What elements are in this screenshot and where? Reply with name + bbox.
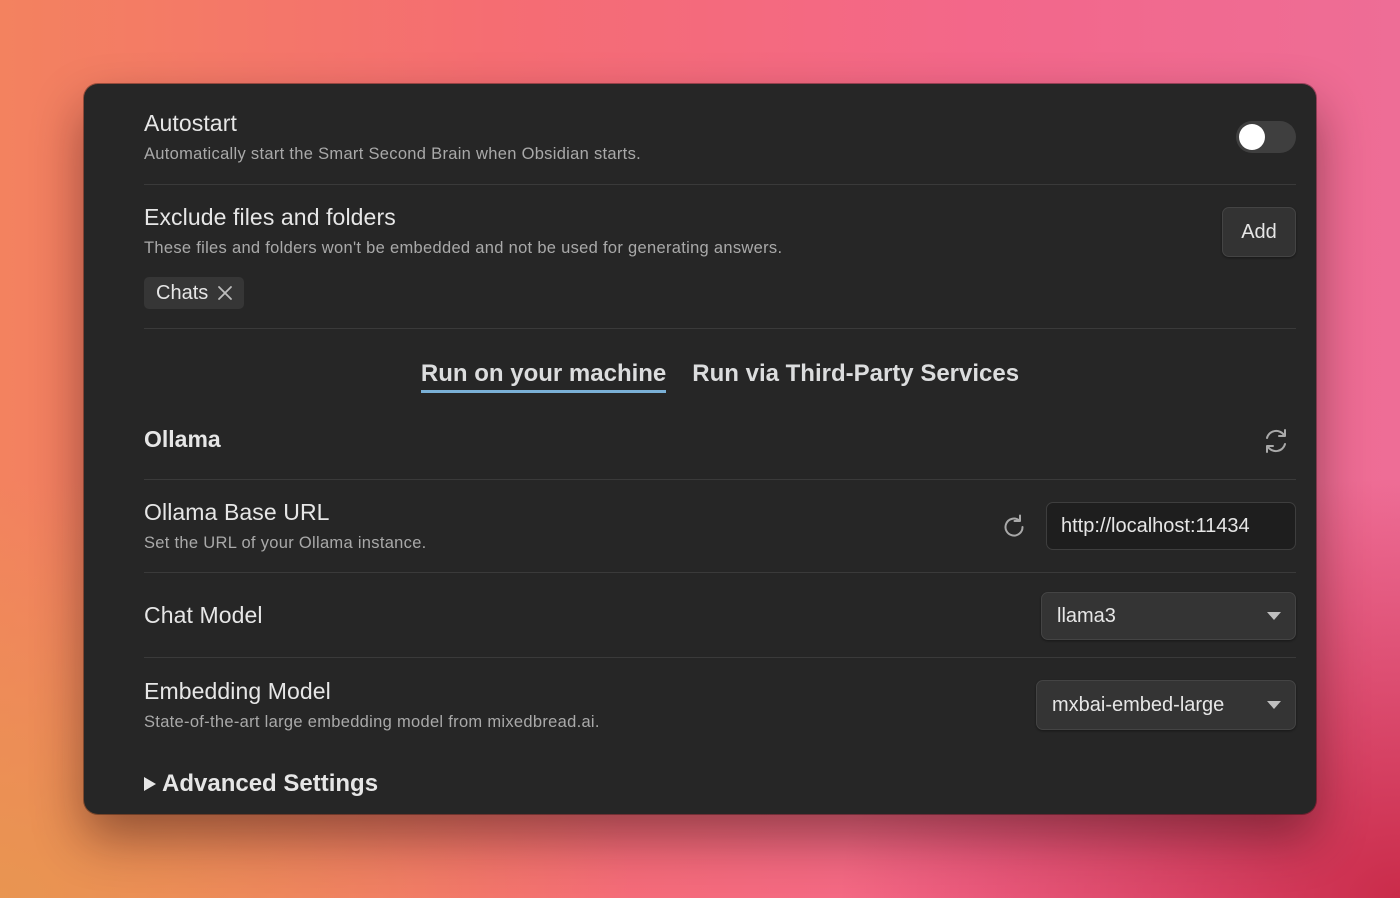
provider-tabs: Run on your machine Run via Third-Party … xyxy=(144,360,1296,393)
chat-model-select[interactable]: llama3 xyxy=(1041,592,1296,640)
close-icon[interactable] xyxy=(216,284,234,302)
divider xyxy=(144,657,1296,658)
tab-run-on-your-machine[interactable]: Run on your machine xyxy=(420,360,667,393)
divider xyxy=(144,184,1296,185)
autostart-setting: Autostart Automatically start the Smart … xyxy=(144,110,1296,164)
base-url-input[interactable] xyxy=(1046,502,1296,550)
ollama-section-header: Ollama xyxy=(144,426,1296,453)
divider xyxy=(144,328,1296,329)
exclude-title: Exclude files and folders xyxy=(144,204,396,230)
advanced-settings-label: Advanced Settings xyxy=(162,770,379,797)
refresh-icon[interactable] xyxy=(1262,427,1290,455)
select-value: mxbai-embed-large xyxy=(1052,693,1225,716)
select-value: llama3 xyxy=(1057,604,1116,627)
divider xyxy=(144,572,1296,573)
reset-icon[interactable] xyxy=(1000,513,1028,541)
tab-third-party-services[interactable]: Run via Third-Party Services xyxy=(692,360,1019,393)
disclosure-triangle-icon xyxy=(144,777,156,791)
advanced-settings-toggle[interactable]: Advanced Settings xyxy=(144,770,378,798)
chip-label: Chats xyxy=(156,281,209,304)
chevron-down-icon xyxy=(1267,701,1281,709)
section-title: Ollama xyxy=(144,426,221,452)
excluded-chip: Chats xyxy=(144,277,245,309)
settings-panel: Autostart Automatically start the Smart … xyxy=(84,84,1316,814)
settings-content: Autostart Automatically start the Smart … xyxy=(144,84,1296,814)
autostart-toggle[interactable] xyxy=(1236,121,1296,153)
divider xyxy=(144,479,1296,480)
add-exclusion-button[interactable]: Add xyxy=(1222,207,1296,257)
exclude-description: These files and folders won't be embedde… xyxy=(144,239,783,257)
embedding-model-select[interactable]: mxbai-embed-large xyxy=(1036,680,1296,730)
toggle-knob xyxy=(1239,124,1265,150)
autostart-title: Autostart xyxy=(144,110,237,136)
exclude-setting: Exclude files and folders These files an… xyxy=(144,204,1296,258)
autostart-description: Automatically start the Smart Second Bra… xyxy=(144,145,641,163)
chevron-down-icon xyxy=(1267,612,1281,620)
